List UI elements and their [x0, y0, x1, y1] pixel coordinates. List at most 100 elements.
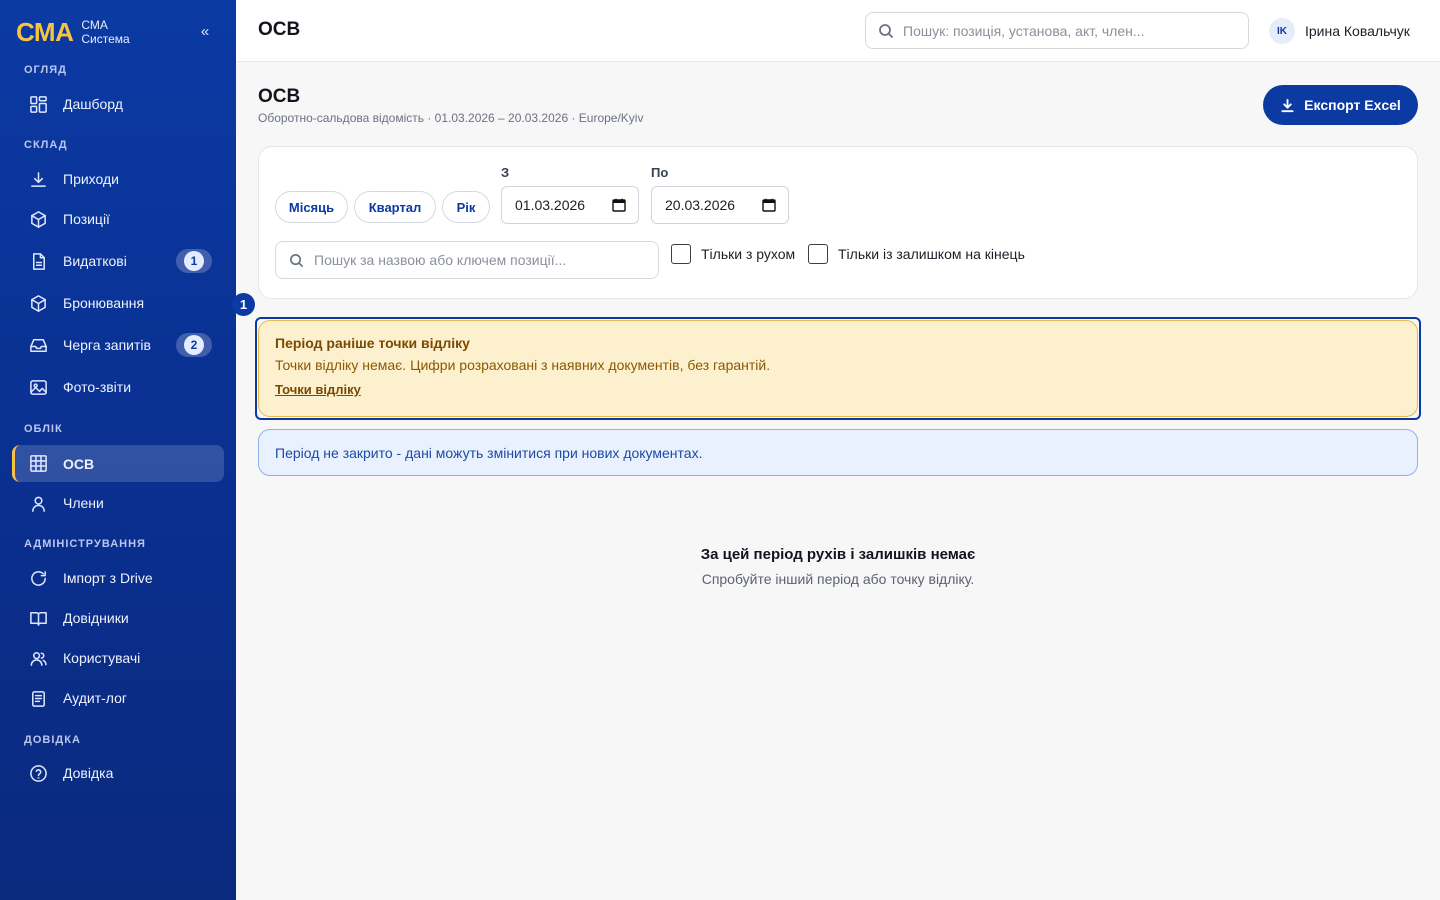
search-icon — [290, 253, 304, 267]
brand-tagline: Система — [81, 32, 130, 46]
download-icon — [28, 169, 48, 189]
refresh-icon — [28, 568, 48, 588]
brand-name: СМА — [81, 18, 108, 32]
info-text: Період не закрито - дані можуть змінитис… — [275, 444, 703, 461]
count-badge-value: 1 — [184, 251, 204, 271]
date-to-input[interactable]: 20.03.2026 — [651, 186, 789, 224]
reference-point-link[interactable]: Точки відліку — [275, 382, 361, 397]
info-alert: Період не закрито - дані можуть змінитис… — [258, 429, 1418, 476]
date-from-value: 01.03.2026 — [515, 197, 586, 213]
box-icon — [28, 293, 48, 313]
brand-logo: СМА — [16, 16, 74, 47]
user-menu[interactable]: IK Ірина Ковальчук — [1269, 18, 1410, 44]
sidebar-item-directories[interactable]: Довідники — [12, 600, 224, 636]
grid-table-icon — [28, 454, 48, 474]
calendar-icon — [612, 198, 626, 212]
preset-quarter-button[interactable]: Квартал — [354, 191, 436, 223]
step-marker-badge: 1 — [232, 293, 255, 316]
checkbox-box[interactable] — [808, 244, 828, 264]
sidebar-item-import-drive[interactable]: Імпорт з Drive — [12, 560, 224, 596]
sidebar-item-label: Аудит-лог — [63, 690, 127, 706]
book-icon — [28, 608, 48, 628]
sidebar-item-osv[interactable]: ОСВ — [12, 445, 224, 482]
sidebar-item-label: Бронювання — [63, 295, 145, 311]
only-balance-label: Тільки із залишком на кінець — [838, 246, 1025, 262]
only-movement-label: Тільки з рухом — [701, 246, 796, 262]
sidebar-item-photo-reports[interactable]: Фото-звіти — [12, 369, 224, 405]
image-icon — [28, 377, 48, 397]
user-icon — [28, 493, 48, 513]
global-search[interactable] — [865, 12, 1249, 49]
count-badge: 2 — [176, 333, 212, 357]
download-icon — [1281, 98, 1294, 112]
sidebar-item-expenses[interactable]: Видаткові 1 — [12, 243, 224, 279]
users-icon — [28, 648, 48, 668]
page-subtitle: Оборотно-сальдова відомість · 01.03.2026… — [258, 111, 644, 125]
page-title: ОСВ — [258, 86, 301, 107]
brand-text: СМА Система — [81, 18, 129, 46]
warning-alert: Період раніше точки відліку Точки відлік… — [258, 320, 1418, 417]
sidebar-item-label: Позиції — [63, 211, 110, 227]
sidebar-item-label: Довідники — [63, 610, 129, 626]
checkbox-box[interactable] — [671, 244, 691, 264]
empty-state-title: За цей період рухів і залишків немає — [700, 546, 976, 563]
sidebar-item-label: Приходи — [63, 171, 119, 187]
brand[interactable]: СМА СМА Система — [16, 16, 130, 48]
sidebar-item-label: Черга запитів — [63, 337, 151, 353]
export-excel-label: Експорт Excel — [1304, 97, 1401, 113]
sidebar: СМА СМА Система « ОГЛЯД Дашборд СКЛАД Пр… — [0, 0, 236, 900]
global-search-input[interactable] — [903, 22, 1223, 39]
section-label-accounting: ОБЛІК — [24, 423, 63, 435]
position-search-input[interactable] — [314, 252, 644, 268]
section-label-warehouse: СКЛАД — [24, 139, 68, 151]
sidebar-item-label: ОСВ — [63, 455, 95, 472]
sidebar-item-users[interactable]: Користувачі — [12, 640, 224, 676]
date-from-input[interactable]: 01.03.2026 — [501, 186, 639, 224]
sidebar-item-members[interactable]: Члени — [12, 485, 224, 521]
warning-text: Точки відліку немає. Цифри розраховані з… — [275, 357, 771, 373]
sidebar-item-label: Користувачі — [63, 650, 141, 666]
date-to-value: 20.03.2026 — [665, 197, 736, 213]
clipboard-icon — [28, 688, 48, 708]
date-from-label: З — [501, 165, 510, 180]
sidebar-item-label: Довідка — [63, 765, 114, 781]
sidebar-item-label: Імпорт з Drive — [63, 570, 153, 586]
count-badge: 1 — [176, 249, 212, 273]
topbar: ОСВ IK Ірина Ковальчук — [236, 0, 1440, 62]
warning-title: Період раніше точки відліку — [275, 335, 470, 351]
box-icon — [28, 209, 48, 229]
dashboard-icon — [28, 94, 48, 114]
document-icon — [28, 251, 48, 271]
sidebar-item-label: Фото-звіти — [63, 379, 132, 395]
calendar-icon — [762, 198, 776, 212]
sidebar-item-audit-log[interactable]: Аудит-лог — [12, 680, 224, 716]
filter-card: Місяць Квартал Рік З 01.03.2026 По 20.03… — [258, 146, 1418, 299]
sidebar-item-label: Видаткові — [63, 253, 127, 269]
sidebar-item-receipts[interactable]: Приходи — [12, 161, 224, 197]
sidebar-item-dashboard[interactable]: Дашборд — [12, 86, 224, 122]
sidebar-item-reservations[interactable]: Бронювання — [12, 285, 224, 321]
search-icon — [879, 23, 894, 38]
count-badge-value: 2 — [184, 335, 204, 355]
position-search[interactable] — [275, 241, 659, 279]
avatar: IK — [1269, 18, 1295, 44]
sidebar-item-label: Дашборд — [63, 96, 123, 112]
section-label-administration: АДМІНІСТРУВАННЯ — [24, 538, 146, 550]
section-label-help: ДОВІДКА — [24, 734, 81, 746]
user-name: Ірина Ковальчук — [1305, 23, 1410, 39]
sidebar-item-positions[interactable]: Позиції — [12, 201, 224, 237]
collapse-sidebar-button[interactable]: « — [196, 22, 214, 42]
sidebar-item-request-queue[interactable]: Черга запитів 2 — [12, 327, 224, 363]
only-balance-checkbox[interactable]: Тільки із залишком на кінець — [808, 244, 1025, 264]
preset-month-button[interactable]: Місяць — [275, 191, 348, 223]
empty-state-subtitle: Спробуйте інший період або точку відліку… — [701, 571, 975, 587]
sidebar-item-label: Члени — [63, 495, 104, 511]
topbar-title: ОСВ — [258, 19, 301, 40]
help-circle-icon — [28, 763, 48, 783]
export-excel-button[interactable]: Експорт Excel — [1263, 85, 1418, 125]
only-movement-checkbox[interactable]: Тільки з рухом — [671, 244, 795, 264]
inbox-icon — [28, 335, 48, 355]
sidebar-item-help[interactable]: Довідка — [12, 755, 224, 791]
section-label-overview: ОГЛЯД — [24, 64, 67, 76]
preset-year-button[interactable]: Рік — [442, 191, 490, 223]
